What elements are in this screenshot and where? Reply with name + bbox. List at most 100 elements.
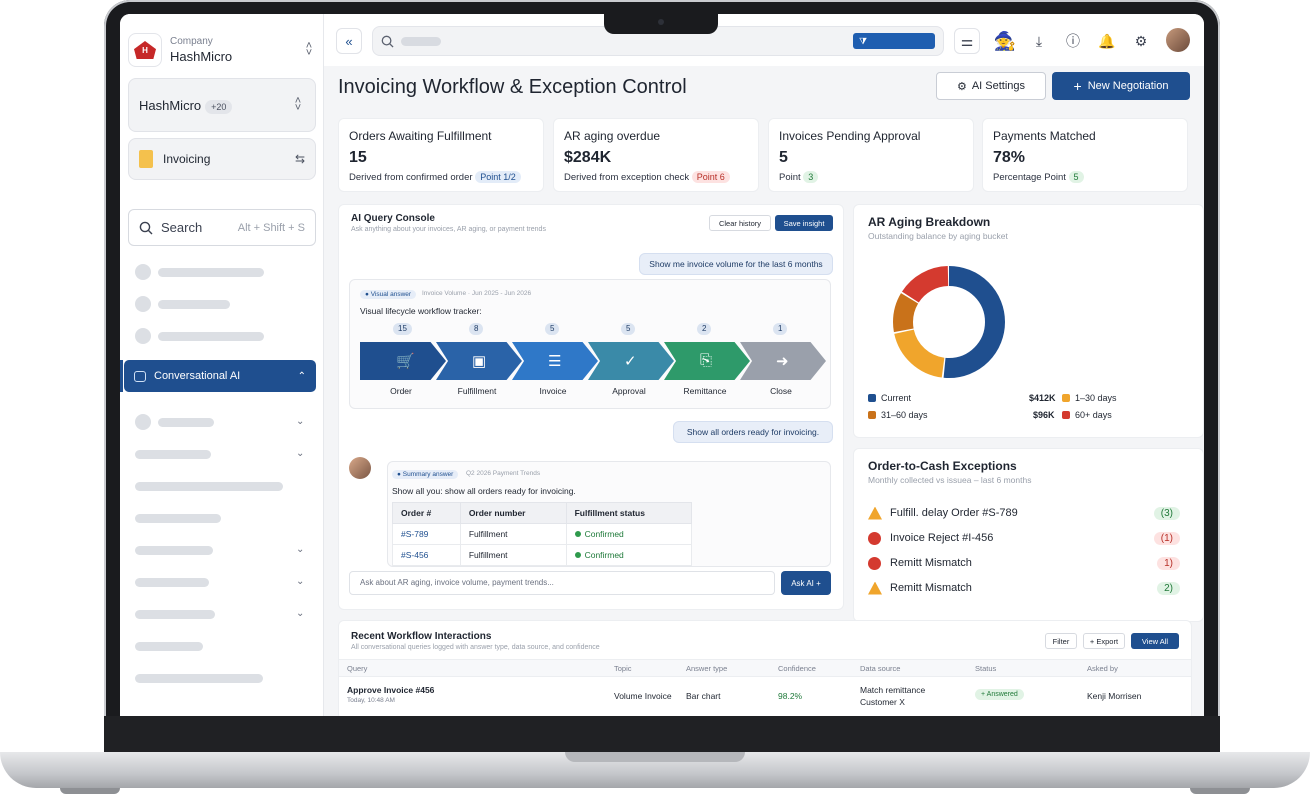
sidebar-item-conversational-ai[interactable]: Conversational AI ⌃ — [124, 360, 316, 392]
gear-icon[interactable]: ⚙ — [1128, 28, 1154, 54]
download-icon[interactable]: ⤓ — [1026, 28, 1052, 54]
skeleton-icon — [135, 296, 151, 312]
approval-user-icon: ✓ — [624, 353, 637, 370]
filter-button[interactable]: Filter — [1045, 633, 1077, 649]
exception-label: Remitt Mismatch — [890, 557, 972, 569]
skeleton-item[interactable] — [135, 482, 283, 491]
skeleton-icon — [135, 264, 151, 280]
chevron-up-icon: ⌃ — [297, 370, 306, 382]
filter-chip[interactable]: ⧩ — [853, 33, 935, 49]
help-icon[interactable]: ⓘ — [1060, 28, 1086, 54]
skeleton-item[interactable] — [135, 514, 221, 523]
laptop-base-notch — [565, 752, 745, 762]
skeleton-item[interactable] — [135, 610, 215, 619]
aging-subtitle: Outstanding balance by aging bucket — [868, 231, 1008, 241]
legend-swatch — [1062, 394, 1070, 402]
table-header: Query — [347, 664, 368, 673]
error-icon — [868, 531, 881, 545]
stage-label: Fulfillment — [457, 386, 497, 396]
document-icon: ☰ — [548, 353, 562, 370]
skeleton-item[interactable] — [158, 300, 230, 309]
order-link[interactable]: #S-456 — [392, 544, 461, 566]
exceptions-subtitle: Monthly collected vs issuea – last 6 mon… — [868, 475, 1032, 485]
exceptions-card: Order-to-Cash Exceptions Monthly collect… — [853, 448, 1204, 622]
skeleton-item[interactable] — [135, 450, 211, 459]
chat-icon — [134, 370, 146, 382]
save-insight-button[interactable]: Save insight — [775, 215, 833, 231]
exception-count: 1) — [1157, 556, 1180, 570]
visual-answer-tag: ● Visual answer — [360, 290, 417, 299]
company-name: HashMicro — [170, 49, 233, 64]
exception-count: (1) — [1153, 531, 1180, 545]
ask-ai-button[interactable]: Ask AI + — [781, 571, 831, 595]
warning-icon — [868, 581, 882, 595]
exception-item[interactable]: Remitt Mismatch 2) — [868, 578, 1180, 598]
collapse-sidebar-button[interactable]: « — [336, 28, 362, 54]
exception-item[interactable]: Fulfill. delay Order #S-789 (3) — [868, 503, 1180, 523]
skeleton-item[interactable] — [135, 546, 213, 555]
workflow-stage-approval[interactable]: ✓ — [588, 342, 674, 380]
workflow-stage-invoice[interactable]: ☰ — [512, 342, 598, 380]
table-header-row — [339, 659, 1191, 677]
workflow-stage-order[interactable]: 🛒 — [360, 342, 446, 380]
query-time: Today, 10:48 AM — [347, 697, 395, 704]
laptop-foot — [60, 788, 120, 794]
view-all-button[interactable]: View All — [1131, 633, 1179, 649]
table-row[interactable]: #S-456 Fulfillment Confirmed — [392, 544, 693, 566]
ai-settings-button[interactable]: ⚙ AI Settings — [936, 72, 1046, 100]
ai-settings-label: AI Settings — [971, 80, 1026, 92]
skeleton-item[interactable] — [135, 642, 203, 651]
search-input: Search — [161, 220, 203, 235]
skeleton-item[interactable] — [158, 418, 214, 427]
stage-label: Close — [770, 386, 792, 396]
chevron-down-icon[interactable]: ⌄ — [296, 608, 304, 619]
wizard-hat-icon[interactable]: 🧙 — [992, 28, 1018, 54]
module-switcher[interactable]: Invoicing ⇆ — [128, 138, 316, 180]
workspace-switcher[interactable]: HashMicro +20 ˄ ˅ — [128, 78, 316, 132]
exception-item[interactable]: Invoice Reject #I-456 (1) — [868, 528, 1180, 548]
active-indicator — [120, 360, 123, 392]
workflow-stage-fulfillment[interactable]: ▣ — [436, 342, 522, 380]
chevron-down-icon[interactable]: ⌄ — [296, 576, 304, 587]
workflow-stage-close[interactable]: ➜ — [740, 342, 826, 380]
swap-icon: ⇆ — [294, 152, 305, 166]
bell-icon[interactable]: 🔔 — [1094, 28, 1120, 54]
chevron-down-icon[interactable]: ⌄ — [296, 448, 304, 459]
stage-label: Order — [390, 386, 412, 396]
exceptions-title: Order-to-Cash Exceptions — [868, 459, 1017, 473]
table-row[interactable]: #S-789 Fulfillment Confirmed — [392, 523, 693, 545]
skeleton-item[interactable] — [135, 578, 209, 587]
sliders-icon[interactable]: ⚌ — [954, 28, 980, 54]
kpi-sub: Percentage Point — [993, 172, 1066, 183]
stage-count: 15 — [393, 323, 412, 335]
clear-history-button[interactable]: Clear history — [709, 215, 771, 231]
order-link[interactable]: #S-789 — [392, 523, 461, 545]
kpi-value: 78% — [993, 149, 1026, 166]
kpi-value: 5 — [779, 149, 788, 166]
warning-icon — [868, 506, 882, 520]
exception-label: Fulfill. delay Order #S-789 — [890, 507, 1018, 519]
summary-answer-tag-label: Summary answer — [402, 471, 454, 478]
workflow-stage-remittance[interactable]: ⎘ — [664, 342, 750, 380]
kpi-card: Invoices Pending Approval 5 Point 3 — [768, 118, 974, 192]
query-link[interactable]: Approve Invoice #456 — [347, 685, 434, 695]
table-cell: Fulfillment — [459, 523, 567, 545]
chevron-down-icon[interactable]: ⌄ — [296, 416, 304, 427]
avatar[interactable] — [1166, 28, 1190, 52]
exception-count: 2) — [1157, 581, 1180, 595]
kpi-label: Orders Awaiting Fulfillment — [349, 129, 492, 143]
skeleton-icon — [135, 328, 151, 344]
export-button[interactable]: + Export — [1083, 633, 1125, 649]
new-negotiation-button[interactable]: + New Negotiation — [1052, 72, 1190, 100]
skeleton-item[interactable] — [158, 268, 264, 277]
table-header: Topic — [614, 664, 632, 673]
skeleton-item[interactable] — [135, 674, 263, 683]
ask-input[interactable]: Ask about AR aging, invoice volume, paym… — [349, 571, 775, 595]
status-label: Confirmed — [584, 550, 624, 560]
chevron-down-icon[interactable]: ⌄ — [296, 544, 304, 555]
company-switcher[interactable]: H Company HashMicro ˄ ˅ — [128, 28, 316, 72]
skeleton-item[interactable] — [158, 332, 264, 341]
sidebar-search[interactable]: Search Alt + Shift + S — [128, 209, 316, 246]
exception-item[interactable]: Remitt Mismatch 1) — [868, 553, 1180, 573]
kpi-card: AR aging overdue $284K Derived from exce… — [553, 118, 759, 192]
